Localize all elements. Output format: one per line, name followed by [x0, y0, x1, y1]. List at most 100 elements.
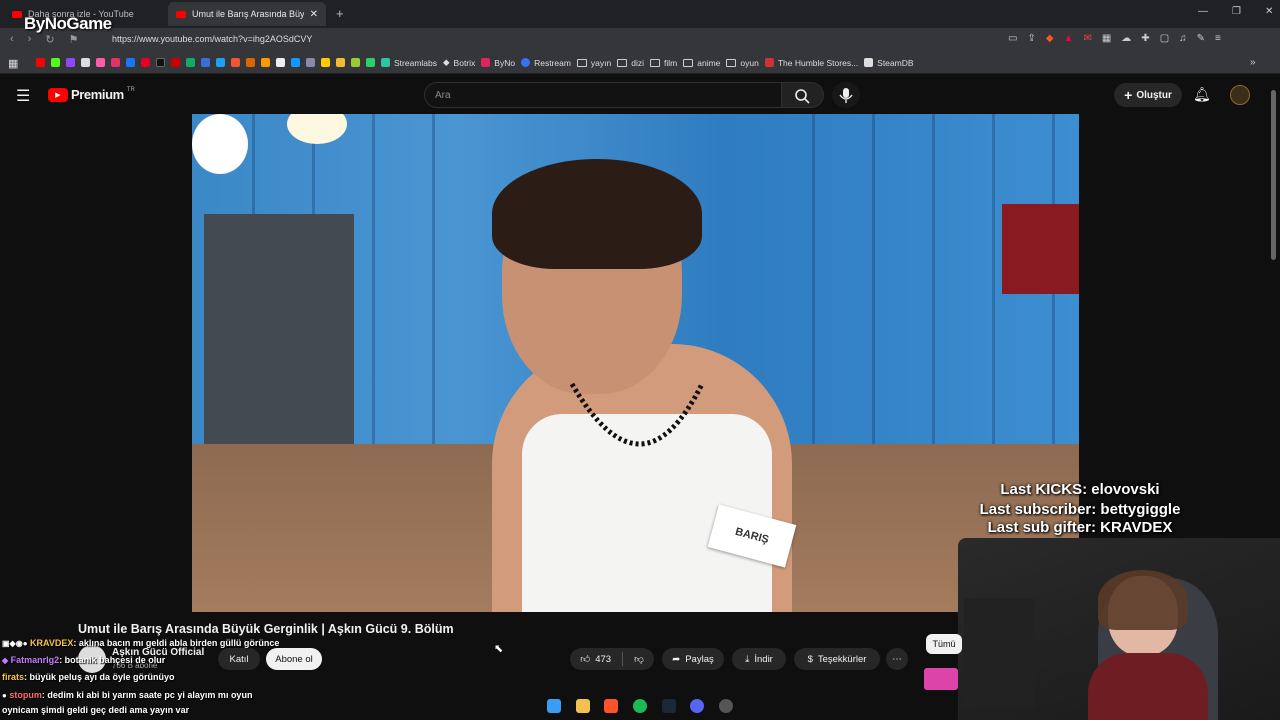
whatsapp-bookmark-icon[interactable]	[366, 58, 375, 67]
create-button[interactable]: + Oluştur	[1114, 83, 1182, 107]
like-button[interactable]: 👍︎ 473	[580, 653, 611, 666]
chat-message: ● stopum: dedim ki abi bi yarım saate pc…	[2, 690, 252, 700]
page-scrollbar[interactable]	[1271, 90, 1276, 260]
filter-chip-all[interactable]: Tümü	[926, 634, 962, 654]
discord-icon[interactable]	[690, 699, 705, 713]
binance-bookmark-icon[interactable]	[336, 58, 345, 67]
site-bookmark-icon[interactable]	[171, 58, 180, 67]
video-player[interactable]: BARIŞ	[192, 114, 1079, 612]
steam-icon[interactable]	[661, 699, 676, 713]
join-button[interactable]: Katıl	[218, 648, 260, 670]
instagram-bookmark-icon[interactable]	[111, 58, 120, 67]
x-bookmark-icon[interactable]	[81, 58, 90, 67]
twitch-bookmark-icon[interactable]	[66, 58, 75, 67]
apps-grid-icon[interactable]: ▦	[8, 57, 18, 70]
site-bookmark-icon[interactable]	[261, 58, 270, 67]
chat-badge-icon: ◆	[2, 656, 9, 665]
bookmark-folder-anime[interactable]: anime	[683, 58, 720, 68]
maximize-icon[interactable]: ❐	[1232, 6, 1241, 17]
bookmark-restream[interactable]: Restream	[521, 58, 571, 68]
site-bookmark-icon[interactable]	[321, 58, 330, 67]
avatar[interactable]	[1230, 85, 1250, 105]
bookmark-byno[interactable]: ByNo	[481, 58, 515, 68]
back-icon[interactable]: ‹	[10, 33, 14, 46]
app-icon[interactable]	[718, 699, 733, 713]
close-window-icon[interactable]: ✕	[1265, 6, 1273, 17]
plus-icon: +	[1124, 87, 1133, 103]
site-bookmark-icon[interactable]	[351, 58, 360, 67]
site-bookmark-icon[interactable]	[246, 58, 255, 67]
recommended-video-thumbnail[interactable]	[924, 668, 958, 690]
thanks-button[interactable]: $ Teşekkürler	[794, 648, 880, 670]
extension-gmail-icon[interactable]: ✉	[1083, 33, 1091, 44]
share-page-icon[interactable]: ⇪	[1027, 33, 1035, 44]
site-bookmark-icon[interactable]	[306, 58, 315, 67]
like-dislike-group: 👍︎ 473 👎︎	[570, 648, 654, 670]
reload-icon[interactable]: ↻	[45, 33, 54, 46]
bookmark-botrix[interactable]: ◆ Botrix	[443, 57, 475, 68]
pinterest-bookmark-icon[interactable]	[141, 58, 150, 67]
chat-username: Fatmanrlg2	[10, 655, 60, 665]
bookmark-folder-yayin[interactable]: yayın	[576, 58, 611, 68]
extension-icon[interactable]: ☁	[1121, 33, 1131, 44]
facebook-bookmark-icon[interactable]	[126, 58, 135, 67]
bookmark-folder-oyun[interactable]: oyun	[726, 58, 759, 68]
youtube-logo[interactable]: ▶ Premium TR	[48, 87, 135, 102]
bookmark-folder-dizi[interactable]: dizi	[617, 58, 644, 68]
extension-icon[interactable]: ▦	[1102, 33, 1111, 44]
hamburger-menu-icon[interactable]: ☰	[16, 86, 30, 106]
minimize-icon[interactable]: —	[1198, 6, 1208, 17]
rewards-icon[interactable]: ▲	[1064, 33, 1074, 44]
media-icon[interactable]: ♫	[1179, 33, 1187, 44]
more-bookmarks-icon[interactable]: »	[1250, 57, 1256, 68]
url-field[interactable]: https://www.youtube.com/watch?v=ihg2AOSd…	[112, 34, 312, 44]
sidebar-icon[interactable]: ▢	[1160, 33, 1169, 44]
tab-current-video[interactable]: Umut ile Barış Arasında Büyük G... ✕	[168, 2, 326, 26]
site-bookmark-icon[interactable]	[291, 58, 300, 67]
search-button[interactable]	[782, 82, 824, 108]
brave-browser-icon[interactable]	[604, 699, 619, 713]
share-button[interactable]: ➦ Paylaş	[662, 648, 724, 670]
mouse-cursor-icon: ⬉	[494, 643, 504, 655]
kick-bookmark-icon[interactable]	[51, 58, 60, 67]
puzzle-icon[interactable]: ✚	[1141, 33, 1149, 44]
subscribe-button[interactable]: Abone ol	[266, 648, 322, 670]
bookmark-icon[interactable]: ⚑	[69, 33, 79, 46]
site-bookmark-icon[interactable]	[231, 58, 240, 67]
tiktok-bookmark-icon[interactable]	[156, 58, 165, 67]
share-arrow-icon: ➦	[672, 653, 681, 665]
bookmark-streamlabs[interactable]: Streamlabs	[381, 58, 437, 68]
voice-search-button[interactable]	[832, 82, 860, 108]
wallet-icon[interactable]: ✎	[1197, 33, 1205, 44]
windows-start-icon[interactable]	[547, 699, 562, 713]
streamlabs-icon	[381, 58, 390, 67]
botrix-icon: ◆	[443, 57, 450, 67]
chat-text: oynicam şimdi geldi geç dedi ama yayın v…	[2, 705, 190, 715]
close-tab-icon[interactable]: ✕	[310, 9, 318, 20]
more-actions-button[interactable]: ⋯	[886, 648, 908, 670]
youtube-bookmark-icon[interactable]	[36, 58, 45, 67]
notifications-bell-icon[interactable]: 🔔︎	[1193, 86, 1211, 103]
file-explorer-icon[interactable]	[575, 699, 590, 713]
site-bookmark-icon[interactable]	[96, 58, 105, 67]
site-bookmark-icon[interactable]	[186, 58, 195, 67]
beaded-necklace	[569, 382, 705, 447]
search-input[interactable]: Ara	[424, 82, 782, 108]
bookmark-steamdb[interactable]: SteamDB	[864, 58, 914, 68]
dislike-button[interactable]: 👎︎	[634, 653, 644, 665]
background-pillar	[204, 214, 354, 444]
bookmark-humble[interactable]: The Humble Stores...	[764, 58, 858, 68]
spotify-icon[interactable]	[632, 699, 647, 713]
amazon-bookmark-icon[interactable]	[276, 58, 285, 67]
chat-message: ◆ Fatmanrlg2: botanik bahçesi de olur	[2, 655, 165, 665]
site-bookmark-icon[interactable]	[216, 58, 225, 67]
menu-icon[interactable]: ≡	[1215, 33, 1221, 44]
bookmark-folder-film[interactable]: film	[650, 58, 677, 68]
download-button[interactable]: ⤓ İndir	[732, 648, 786, 670]
brave-shield-icon[interactable]: ◆	[1046, 33, 1054, 44]
site-bookmark-icon[interactable]	[201, 58, 210, 67]
new-tab-icon[interactable]: +	[336, 6, 344, 21]
forward-icon[interactable]: ›	[28, 33, 32, 46]
cast-icon[interactable]: ▭	[1008, 33, 1017, 44]
chat-message: firats: büyük peluş ayı da öyle görünüyo	[2, 672, 175, 682]
